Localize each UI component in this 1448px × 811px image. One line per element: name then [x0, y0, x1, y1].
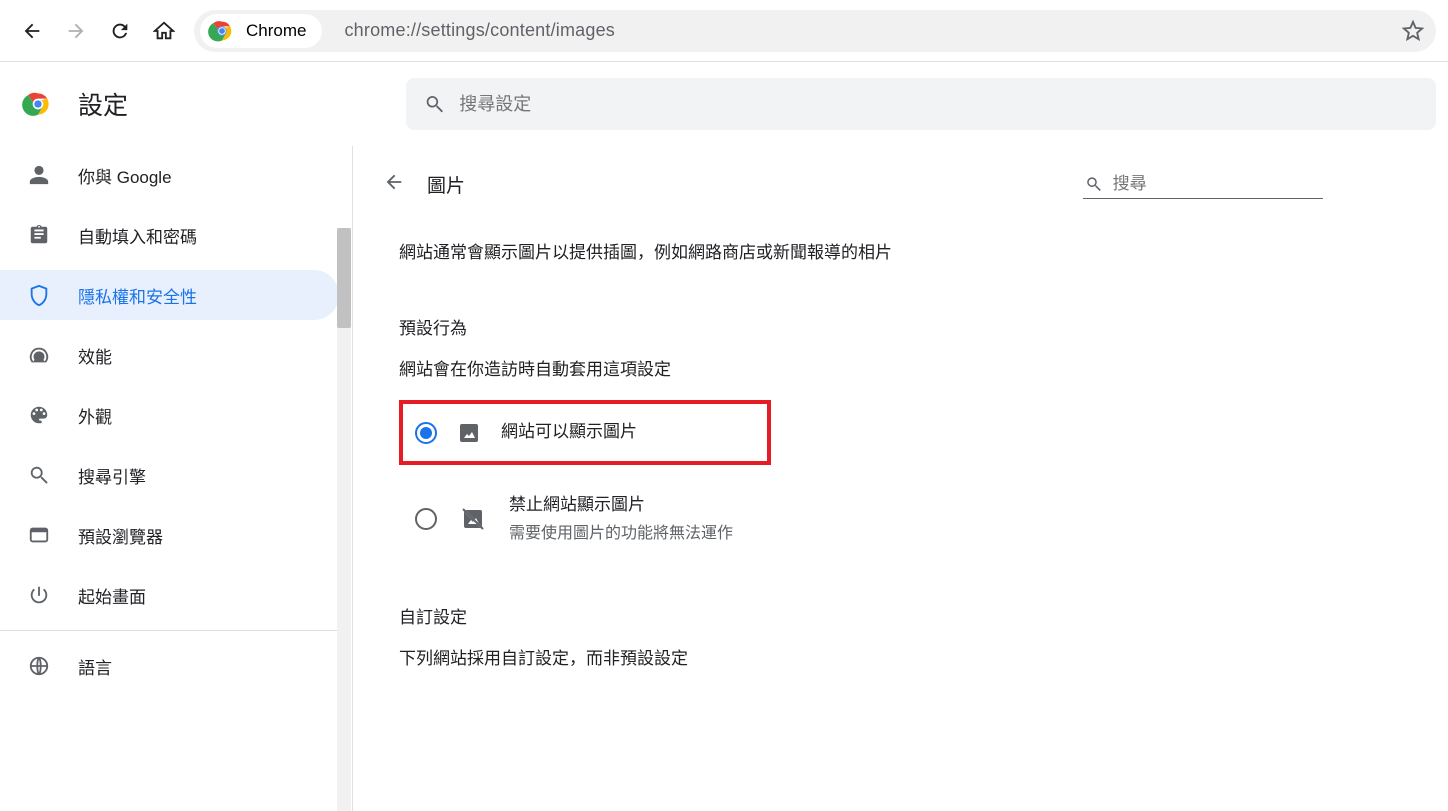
url-text: chrome://settings/content/images: [344, 20, 615, 41]
scrollbar-thumb[interactable]: [337, 228, 351, 328]
highlight-annotation: 網站可以顯示圖片: [399, 400, 771, 465]
search-icon: [28, 464, 50, 486]
home-button[interactable]: [144, 11, 184, 51]
bookmark-star-icon[interactable]: [1402, 20, 1424, 42]
content-search[interactable]: [1083, 170, 1323, 199]
sidebar-item-label: 語言: [78, 654, 112, 679]
browser-toolbar: Chrome chrome://settings/content/images: [0, 0, 1448, 62]
custom-settings-sub: 下列網站採用自訂設定，而非預設設定: [399, 644, 1307, 669]
sidebar-item-appearance[interactable]: 外觀: [0, 390, 339, 440]
option-allow-images[interactable]: 網站可以顯示圖片: [405, 406, 765, 459]
custom-settings-title: 自訂設定: [399, 603, 1307, 628]
radio-unchecked-icon: [415, 508, 437, 530]
chrome-logo-icon: [22, 88, 54, 120]
sidebar-item-default-browser[interactable]: 預設瀏覽器: [0, 510, 339, 560]
main-content: 圖片 網站通常會顯示圖片以提供插圖，例如網路商店或新聞報導的相片 預設行為 網站…: [352, 146, 1448, 811]
shield-icon: [28, 284, 50, 306]
sidebar-item-on-startup[interactable]: 起始畫面: [0, 570, 339, 620]
sidebar-divider: [0, 630, 351, 631]
default-behavior-title: 預設行為: [399, 314, 1307, 339]
sidebar-item-label: 效能: [78, 343, 112, 368]
default-behavior-sub: 網站會在你造訪時自動套用這項設定: [399, 355, 1307, 380]
search-icon: [424, 93, 445, 115]
sidebar-item-languages[interactable]: 語言: [0, 641, 339, 691]
power-icon: [28, 584, 50, 606]
search-icon: [1085, 174, 1103, 194]
option-allow-label: 網站可以顯示圖片: [501, 418, 637, 447]
reload-button[interactable]: [100, 11, 140, 51]
sidebar-item-privacy[interactable]: 隱私權和安全性: [0, 270, 339, 320]
palette-icon: [28, 404, 50, 426]
option-block-images[interactable]: 禁止網站顯示圖片 需要使用圖片的功能將無法運作: [383, 475, 1323, 563]
chrome-icon: [208, 17, 236, 45]
description-text: 網站通常會顯示圖片以提供插圖，例如網路商店或新聞報導的相片: [399, 239, 1307, 266]
content-title: 圖片: [427, 171, 465, 198]
sidebar-item-label: 你與 Google: [78, 163, 172, 188]
image-off-icon: [461, 507, 485, 531]
option-block-label: 禁止網站顯示圖片 需要使用圖片的功能將無法運作: [509, 491, 733, 547]
sidebar-item-label: 搜尋引擎: [78, 463, 146, 488]
image-icon: [457, 421, 481, 445]
back-button[interactable]: [12, 11, 52, 51]
radio-checked-icon: [415, 422, 437, 444]
sidebar-item-you-and-google[interactable]: 你與 Google: [0, 150, 339, 200]
browser-icon: [28, 524, 50, 546]
address-bar[interactable]: Chrome chrome://settings/content/images: [194, 10, 1436, 52]
clipboard-icon: [28, 224, 50, 246]
forward-button[interactable]: [56, 11, 96, 51]
page-title: 設定: [78, 86, 128, 122]
person-icon: [28, 164, 50, 186]
site-chip: Chrome: [200, 14, 322, 48]
settings-search-input[interactable]: [459, 94, 1418, 115]
sidebar-item-performance[interactable]: 效能: [0, 330, 339, 380]
globe-icon: [28, 655, 50, 677]
sidebar-item-search-engine[interactable]: 搜尋引擎: [0, 450, 339, 500]
page-header-row: 設定: [0, 62, 1448, 146]
sidebar-item-label: 預設瀏覽器: [78, 523, 163, 548]
settings-search[interactable]: [406, 78, 1436, 130]
sidebar-item-label: 隱私權和安全性: [78, 283, 197, 308]
sidebar-item-label: 自動填入和密碼: [78, 223, 197, 248]
content-header: 圖片: [383, 170, 1323, 199]
sidebar: 你與 Google 自動填入和密碼 隱私權和安全性 效能 外觀 搜尋引擎: [0, 146, 352, 811]
speed-icon: [28, 344, 50, 366]
site-chip-label: Chrome: [246, 21, 306, 41]
sidebar-item-label: 外觀: [78, 403, 112, 428]
sidebar-item-label: 起始畫面: [78, 583, 146, 608]
content-back-button[interactable]: [383, 171, 405, 198]
content-search-input[interactable]: [1113, 174, 1321, 194]
sidebar-item-autofill[interactable]: 自動填入和密碼: [0, 210, 339, 260]
